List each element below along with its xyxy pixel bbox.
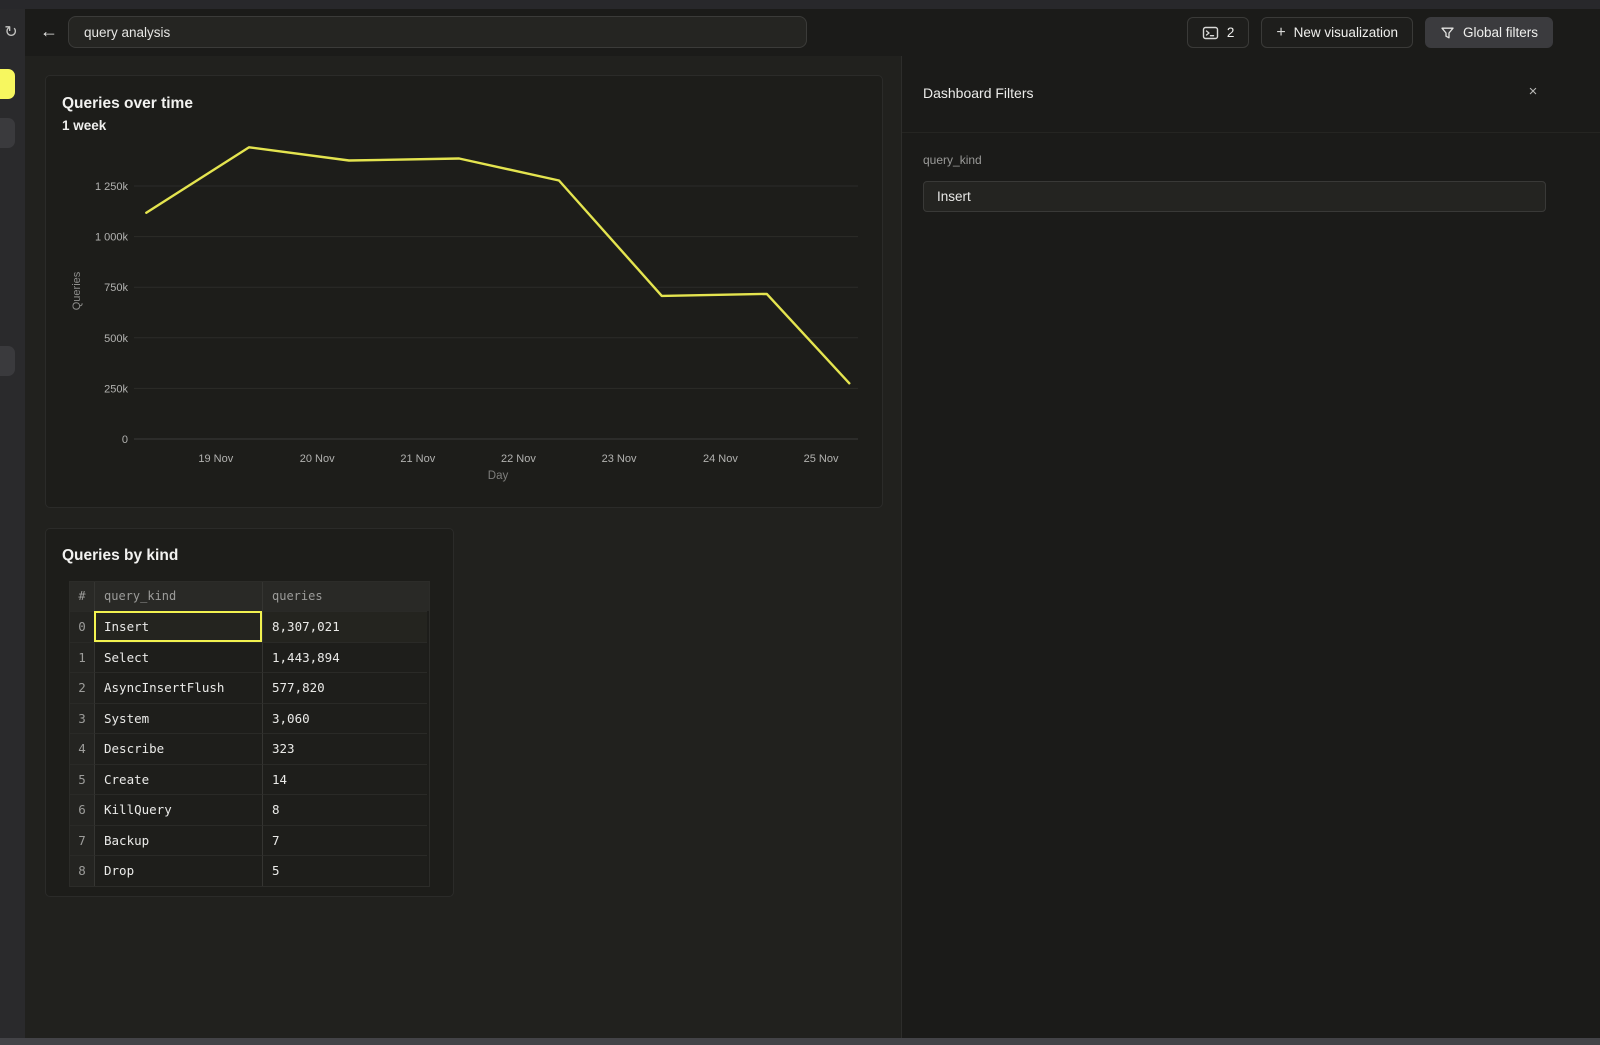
row-index-cell: 3 [70, 703, 94, 734]
table-header-row: #query_kindqueries [70, 582, 429, 611]
console-count-button[interactable]: 2 [1187, 17, 1250, 48]
rail-tab[interactable] [0, 346, 15, 376]
row-index-cell: 0 [70, 611, 94, 642]
svg-text:21 Nov: 21 Nov [400, 453, 435, 465]
topbar: ← 2 + New visualization [25, 9, 1600, 56]
svg-text:500k: 500k [104, 333, 128, 345]
svg-text:Day: Day [488, 470, 509, 482]
queries-count-cell[interactable]: 3,060 [262, 703, 427, 734]
query-kind-cell[interactable]: KillQuery [94, 794, 262, 825]
row-index-cell: 1 [70, 642, 94, 673]
query-kind-cell[interactable]: Backup [94, 825, 262, 856]
rail-tab-active[interactable] [0, 69, 15, 99]
column-header: queries [262, 582, 427, 611]
dashboard-title-input[interactable] [68, 16, 807, 48]
svg-text:1 000k: 1 000k [95, 232, 129, 244]
query-kind-cell[interactable]: Describe [94, 733, 262, 764]
table-title: Queries by kind [62, 547, 178, 565]
queries-over-time-chart: 0 250k 500k 750k 1 000k 1 250k 19 Nov 20 Nov 21 … [46, 76, 884, 509]
svg-text:19 Nov: 19 Nov [198, 453, 233, 465]
svg-text:750k: 750k [104, 282, 128, 294]
back-button[interactable]: ← [33, 15, 65, 47]
window-top-strip [0, 0, 1600, 9]
dashboard-filters-panel: Dashboard Filters × query_kind Insert [901, 56, 1600, 1038]
table-row: 0Insert8,307,021 [70, 611, 429, 642]
svg-text:250k: 250k [104, 383, 128, 395]
query-kind-cell[interactable]: Create [94, 764, 262, 795]
table-row: 4Describe323 [70, 733, 429, 764]
table-row: 7Backup7 [70, 825, 429, 856]
row-index-cell: 4 [70, 733, 94, 764]
queries-by-kind-table: #query_kindqueries0Insert8,307,0211Selec… [69, 581, 430, 887]
close-icon[interactable]: × [1521, 80, 1545, 104]
new-visualization-button[interactable]: + New visualization [1261, 17, 1413, 48]
table-row: 5Create14 [70, 764, 429, 795]
query-kind-cell[interactable]: Drop [94, 855, 262, 886]
queries-count-cell[interactable]: 577,820 [262, 672, 427, 703]
global-filters-label: Global filters [1463, 25, 1538, 40]
dashboard-canvas: Queries over time 1 week 0250k500k750k1 … [25, 56, 901, 1038]
queries-count-cell[interactable]: 323 [262, 733, 427, 764]
query-kind-cell[interactable]: AsyncInsertFlush [94, 672, 262, 703]
terminal-window-icon [1202, 25, 1219, 41]
table-row: 1Select1,443,894 [70, 642, 429, 673]
query-kind-cell[interactable]: Insert [94, 611, 262, 642]
column-header: # [70, 582, 94, 611]
svg-text:Queries: Queries [71, 271, 83, 310]
row-index-cell: 7 [70, 825, 94, 856]
filter-field-label: query_kind [923, 153, 982, 167]
table-row: 6KillQuery8 [70, 794, 429, 825]
window-bottom-edge [0, 1038, 1600, 1045]
global-filters-button[interactable]: Global filters [1425, 17, 1553, 48]
console-count: 2 [1227, 25, 1235, 40]
table-row: 3System3,060 [70, 703, 429, 734]
svg-text:1 250k: 1 250k [95, 181, 129, 193]
queries-over-time-card: Queries over time 1 week 0250k500k750k1 … [45, 75, 883, 508]
new-visualization-label: New visualization [1294, 25, 1398, 40]
svg-text:25 Nov: 25 Nov [804, 453, 839, 465]
panel-divider [902, 132, 1600, 133]
filters-panel-title: Dashboard Filters [923, 85, 1034, 101]
row-index-cell: 6 [70, 794, 94, 825]
funnel-icon [1440, 26, 1455, 40]
row-index-cell: 2 [70, 672, 94, 703]
queries-count-cell[interactable]: 14 [262, 764, 427, 795]
row-index-cell: 5 [70, 764, 94, 795]
history-icon[interactable]: ↻ [0, 22, 22, 44]
left-rail: ↻ [0, 9, 25, 1038]
queries-count-cell[interactable]: 7 [262, 825, 427, 856]
query-kind-cell[interactable]: Select [94, 642, 262, 673]
svg-text:20 Nov: 20 Nov [300, 453, 335, 465]
query-kind-cell[interactable]: System [94, 703, 262, 734]
query-kind-filter-input[interactable]: Insert [923, 181, 1546, 212]
topbar-actions: 2 + New visualization Global filters [1187, 17, 1553, 48]
svg-text:0: 0 [122, 434, 128, 446]
plus-icon: + [1276, 25, 1285, 41]
svg-text:23 Nov: 23 Nov [602, 453, 637, 465]
queries-count-cell[interactable]: 8,307,021 [262, 611, 427, 642]
dashboard-app: ↻ ← 2 + New visualization [0, 0, 1600, 1045]
queries-count-cell[interactable]: 8 [262, 794, 427, 825]
svg-text:24 Nov: 24 Nov [703, 453, 738, 465]
queries-count-cell[interactable]: 1,443,894 [262, 642, 427, 673]
table-row: 2AsyncInsertFlush577,820 [70, 672, 429, 703]
row-index-cell: 8 [70, 855, 94, 886]
rail-tab[interactable] [0, 118, 15, 148]
table-row: 8Drop5 [70, 855, 429, 886]
queries-by-kind-card: Queries by kind #query_kindqueries0Inser… [45, 528, 454, 897]
queries-count-cell[interactable]: 5 [262, 855, 427, 886]
svg-text:22 Nov: 22 Nov [501, 453, 536, 465]
column-header: query_kind [94, 582, 262, 611]
